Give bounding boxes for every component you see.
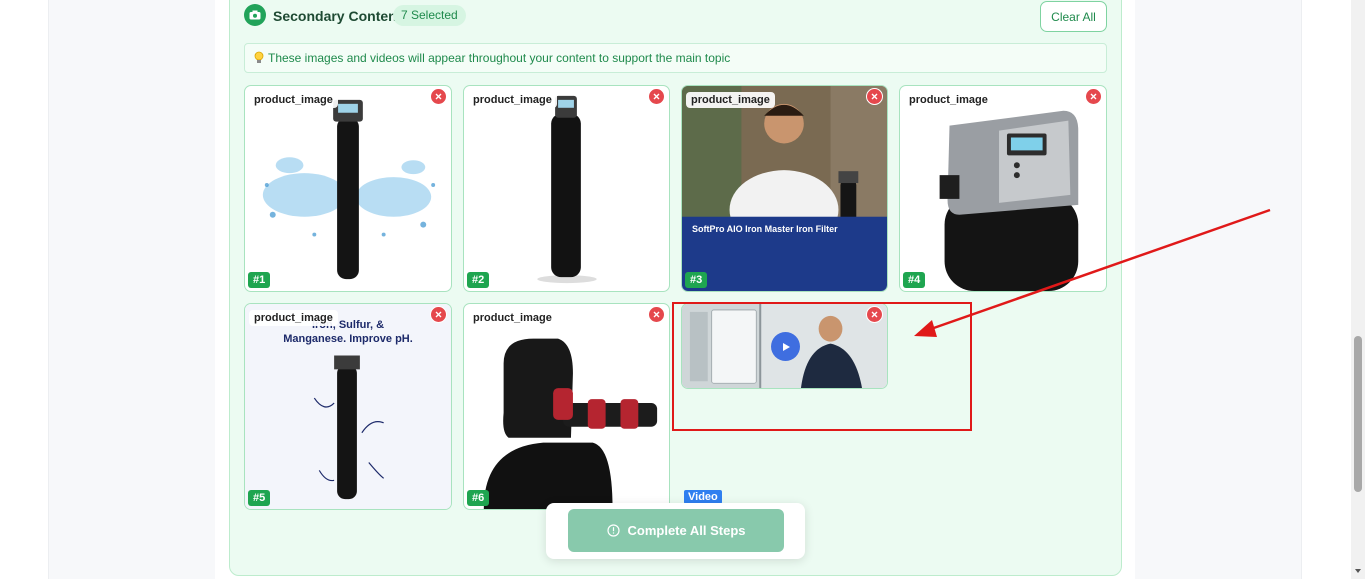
product-image-6: [483, 338, 658, 509]
info-banner: These images and videos will appear thro…: [244, 43, 1107, 73]
media-card-3[interactable]: SoftPro AIO Iron Master Iron Filter prod…: [681, 85, 888, 292]
lightbulb-icon: [254, 51, 264, 65]
remove-item-3-button[interactable]: [866, 88, 883, 105]
item-number-badge: #3: [685, 272, 708, 288]
item-type-label: product_image: [249, 92, 338, 108]
alert-circle-icon: [606, 524, 620, 537]
video-type-badge: Video: [684, 490, 722, 504]
item-number-badge: #6: [467, 490, 490, 506]
item-type-label: product_image: [468, 92, 557, 108]
scrollbar-thumb[interactable]: [1354, 336, 1362, 492]
play-icon[interactable]: [771, 332, 800, 361]
product-image-1: [262, 99, 436, 280]
item-number-badge: #1: [248, 272, 271, 288]
item-type-label: product_image: [904, 92, 993, 108]
remove-item-4-button[interactable]: [1085, 88, 1102, 105]
remove-item-7-button[interactable]: [866, 306, 883, 323]
media-card-1[interactable]: product_image #1: [244, 85, 452, 292]
remove-item-6-button[interactable]: [648, 306, 665, 323]
remove-item-2-button[interactable]: [648, 88, 665, 105]
remove-item-1-button[interactable]: [430, 88, 447, 105]
media-card-6[interactable]: product_image #6: [463, 303, 670, 510]
product-image-2: [537, 95, 597, 284]
remove-item-5-button[interactable]: [430, 306, 447, 323]
selected-count-badge: 7 Selected: [393, 5, 466, 26]
clear-all-button[interactable]: Clear All: [1040, 1, 1107, 32]
close-icon: [871, 93, 878, 100]
media-card-5[interactable]: Iron, Sulfur, & Manganese. Improve pH. p…: [244, 303, 452, 510]
camera-icon: [244, 4, 266, 26]
info-text: These images and videos will appear thro…: [268, 51, 731, 65]
complete-all-steps-button[interactable]: Complete All Steps: [568, 509, 784, 552]
item-type-label: product_image: [468, 310, 557, 326]
close-icon: [435, 311, 442, 318]
image-title-text: SoftPro AIO Iron Master Iron Filter: [692, 224, 838, 234]
section-title: Secondary Content: [273, 8, 402, 24]
item-number-badge: #4: [903, 272, 926, 288]
close-icon: [871, 311, 878, 318]
item-number-badge: #2: [467, 272, 490, 288]
item-type-label: product_image: [686, 92, 775, 108]
scroll-down-arrow-icon[interactable]: [1354, 567, 1362, 575]
image-headline-line-2: Manganese. Improve pH.: [283, 333, 413, 345]
item-number-badge: #5: [248, 490, 271, 506]
close-icon: [653, 311, 660, 318]
item-type-label: product_image: [249, 310, 338, 326]
media-card-7-video[interactable]: [681, 303, 888, 389]
product-image-3: [682, 86, 887, 291]
close-icon: [1090, 93, 1097, 100]
close-icon: [653, 93, 660, 100]
cta-label: Complete All Steps: [627, 523, 746, 538]
media-card-4[interactable]: product_image #4: [899, 85, 1107, 292]
close-icon: [435, 93, 442, 100]
scrollbar-track[interactable]: [1351, 0, 1365, 579]
sticky-footer: Complete All Steps: [546, 503, 805, 559]
product-image-4: [939, 110, 1079, 291]
media-card-2[interactable]: product_image #2: [463, 85, 670, 292]
